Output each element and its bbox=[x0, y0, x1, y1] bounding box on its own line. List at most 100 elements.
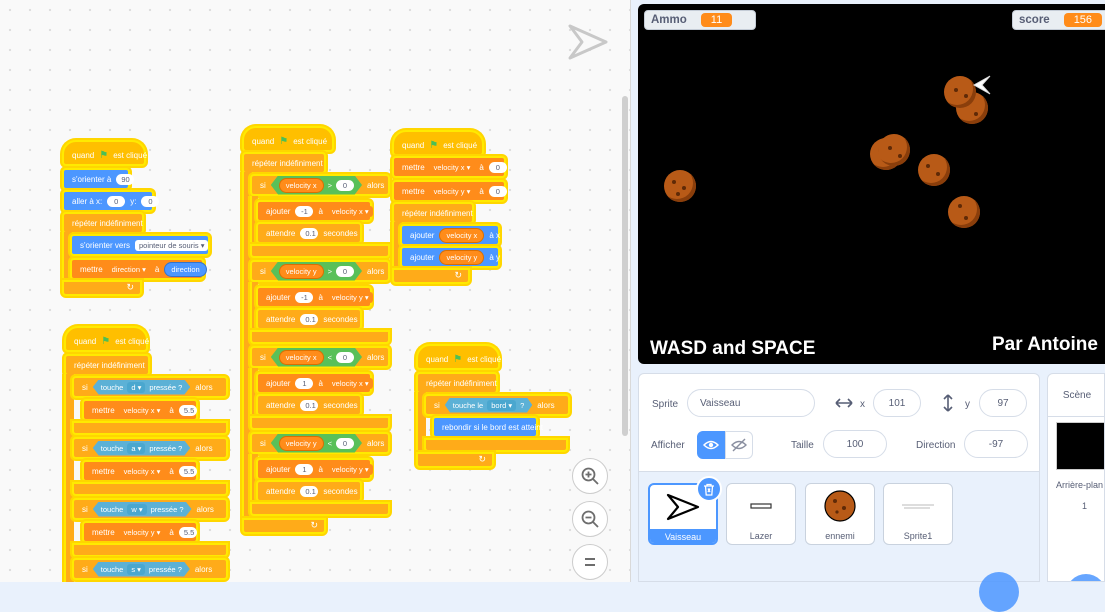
velocity-x-reporter[interactable]: velocity x bbox=[278, 177, 324, 193]
variable-dropdown[interactable]: velocity x ▾ bbox=[119, 404, 165, 416]
seconds-input[interactable]: 0.1 bbox=[300, 313, 319, 325]
zoom-out-button[interactable] bbox=[572, 501, 608, 537]
sprite-thumbnail-sprite1[interactable]: Sprite1 bbox=[883, 483, 953, 545]
forever-block[interactable]: répéter indéfiniment bbox=[62, 212, 144, 234]
when-flag-clicked-block[interactable]: quand ⚑ est cliqué bbox=[64, 326, 149, 352]
if-velocity-y-gt-block[interactable]: si velocity y >0 alors bbox=[250, 260, 390, 282]
if-touching-edge-block[interactable]: si touche le bord ▾? alors bbox=[424, 394, 570, 416]
value-input[interactable]: 5.5 bbox=[178, 404, 197, 416]
forever-block[interactable]: répéter indéfiniment bbox=[242, 152, 326, 174]
forever-block[interactable]: répéter indéfiniment bbox=[416, 372, 498, 394]
set-velocity-y-block[interactable]: mettre velocity y ▾ à 0 bbox=[392, 180, 507, 202]
seconds-input[interactable]: 0.1 bbox=[300, 227, 319, 239]
value-input[interactable]: 5.5 bbox=[178, 465, 197, 477]
if-velocity-y-lt-block[interactable]: si velocity y <0 alors bbox=[250, 432, 390, 454]
zoom-reset-button[interactable] bbox=[572, 544, 608, 580]
delete-sprite-button[interactable] bbox=[696, 476, 722, 502]
sprite-name-input[interactable]: Vaisseau bbox=[687, 389, 815, 417]
key-pressed-condition[interactable]: touche w ▾ pressée ? bbox=[92, 501, 192, 517]
wait-block[interactable]: attendre 0.1 secondes bbox=[256, 480, 362, 502]
when-flag-clicked-block[interactable]: quand ⚑ est cliqué bbox=[392, 130, 484, 156]
value-input[interactable]: 0 bbox=[336, 265, 355, 277]
value-input[interactable]: 0 bbox=[488, 161, 507, 173]
if-velocity-x-gt-block[interactable]: si velocity x >0 alors bbox=[250, 174, 390, 196]
y-input[interactable]: 0 bbox=[141, 195, 160, 207]
backdrop-thumbnail[interactable] bbox=[1056, 422, 1104, 470]
velocity-y-reporter[interactable]: velocity y bbox=[278, 263, 324, 279]
set-velocity-x-block[interactable]: mettre velocity x ▾ à 5.5 bbox=[82, 460, 198, 482]
point-towards-block[interactable]: s'orienter vers pointeur de souris ▾ bbox=[70, 234, 210, 256]
value-input[interactable]: 0 bbox=[336, 179, 355, 191]
direction-input[interactable]: 90 bbox=[116, 173, 135, 185]
stage[interactable]: Ammo 11 score 156 WASD and SPACE Par Ant… bbox=[638, 4, 1105, 364]
key-dropdown[interactable]: d ▾ bbox=[127, 381, 146, 393]
variable-dropdown[interactable]: velocity x ▾ bbox=[327, 377, 373, 389]
change-velocity-y-block[interactable]: ajouter 1 à velocity y ▾ bbox=[256, 458, 373, 480]
velocity-x-reporter[interactable]: velocity x bbox=[278, 349, 324, 365]
zoom-in-button[interactable] bbox=[572, 458, 608, 494]
value-input[interactable]: -1 bbox=[295, 205, 314, 217]
key-dropdown[interactable]: a ▾ bbox=[127, 442, 146, 454]
add-backdrop-button[interactable] bbox=[1066, 574, 1104, 581]
wait-block[interactable]: attendre 0.1 secondes bbox=[256, 222, 362, 244]
change-y-by-block[interactable]: ajouter velocity y à y bbox=[400, 246, 500, 268]
hide-button[interactable] bbox=[725, 431, 753, 459]
key-dropdown[interactable]: w ▾ bbox=[127, 503, 147, 515]
less-than-condition[interactable]: velocity y <0 bbox=[270, 433, 363, 453]
direction-reporter[interactable]: direction bbox=[164, 261, 207, 277]
value-input[interactable]: 5.5 bbox=[178, 526, 197, 538]
variable-dropdown[interactable]: direction ▾ bbox=[107, 263, 150, 275]
key-pressed-condition[interactable]: touche a ▾ pressée ? bbox=[92, 440, 191, 456]
key-dropdown[interactable]: s ▾ bbox=[127, 563, 145, 575]
if-key-d-block[interactable]: si touche d ▾ pressée ? alors bbox=[72, 376, 228, 398]
value-input[interactable]: 0 bbox=[336, 437, 355, 449]
forever-block[interactable]: répéter indéfiniment bbox=[64, 354, 150, 376]
variable-dropdown[interactable]: velocity x ▾ bbox=[119, 465, 165, 477]
key-pressed-condition[interactable]: touche d ▾ pressée ? bbox=[92, 379, 191, 395]
bounce-on-edge-block[interactable]: rebondir si le bord est atteint bbox=[432, 416, 543, 438]
sprite-thumbnail-ennemi[interactable]: ennemi bbox=[805, 483, 875, 545]
velocity-y-reporter[interactable]: velocity y bbox=[278, 435, 324, 451]
x-input[interactable]: 0 bbox=[107, 195, 126, 207]
target-dropdown[interactable]: pointeur de souris ▾ bbox=[135, 239, 209, 251]
change-x-by-block[interactable]: ajouter velocity x à x bbox=[400, 224, 500, 246]
variable-dropdown[interactable]: velocity y ▾ bbox=[327, 291, 373, 303]
go-to-xy-block[interactable]: aller à x: 0 y: 0 bbox=[62, 190, 160, 212]
if-key-s-block[interactable]: si touche s ▾ pressée ? alors bbox=[72, 558, 228, 580]
seconds-input[interactable]: 0.1 bbox=[300, 399, 319, 411]
seconds-input[interactable]: 0.1 bbox=[300, 485, 319, 497]
when-flag-clicked-block[interactable]: quand ⚑ est cliqué bbox=[416, 344, 501, 370]
when-flag-clicked-block[interactable]: quand ⚑ est cliqué bbox=[62, 140, 147, 166]
size-input[interactable]: 100 bbox=[823, 430, 887, 458]
key-pressed-condition[interactable]: touche s ▾ pressée ? bbox=[92, 561, 190, 577]
wait-block[interactable]: attendre 0.1 secondes bbox=[256, 308, 362, 330]
sprite-thumbnail-lazer[interactable]: Lazer bbox=[726, 483, 796, 545]
set-direction-block[interactable]: mettre direction ▾ à direction bbox=[70, 258, 207, 280]
direction-input[interactable]: -97 bbox=[964, 430, 1028, 458]
when-flag-clicked-block[interactable]: quand ⚑ est cliqué bbox=[242, 126, 334, 152]
variable-dropdown[interactable]: velocity x ▾ bbox=[327, 205, 373, 217]
set-velocity-y-block[interactable]: mettre velocity y ▾ à 5.5 bbox=[82, 521, 198, 543]
value-input[interactable]: 0 bbox=[336, 351, 355, 363]
y-input[interactable]: 97 bbox=[979, 389, 1027, 417]
point-in-direction-block[interactable]: s'orienter à 90 bbox=[62, 168, 135, 190]
x-input[interactable]: 101 bbox=[873, 389, 921, 417]
forever-block[interactable]: répéter indéfiniment bbox=[392, 202, 474, 224]
velocity-y-reporter[interactable]: velocity y bbox=[439, 249, 485, 265]
value-input[interactable]: 1 bbox=[295, 463, 314, 475]
variable-dropdown[interactable]: velocity y ▾ bbox=[327, 463, 373, 475]
velocity-x-reporter[interactable]: velocity x bbox=[439, 227, 485, 243]
value-input[interactable]: 0 bbox=[488, 185, 507, 197]
wait-block[interactable]: attendre 0.1 secondes bbox=[256, 394, 362, 416]
touching-condition[interactable]: touche le bord ▾? bbox=[444, 397, 533, 413]
variable-dropdown[interactable]: velocity y ▾ bbox=[119, 526, 165, 538]
add-sprite-button[interactable] bbox=[979, 572, 1019, 612]
less-than-condition[interactable]: velocity x <0 bbox=[270, 347, 363, 367]
greater-than-condition[interactable]: velocity x >0 bbox=[270, 175, 363, 195]
value-input[interactable]: 1 bbox=[295, 377, 314, 389]
value-input[interactable]: -1 bbox=[295, 291, 314, 303]
object-dropdown[interactable]: bord ▾ bbox=[487, 399, 517, 411]
variable-dropdown[interactable]: velocity y ▾ bbox=[429, 185, 475, 197]
change-velocity-x-block[interactable]: ajouter 1 à velocity x ▾ bbox=[256, 372, 373, 394]
change-velocity-y-block[interactable]: ajouter -1 à velocity y ▾ bbox=[256, 286, 373, 308]
